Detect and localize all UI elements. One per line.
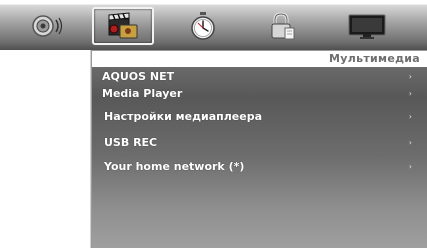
- menu-item-usb-rec[interactable]: USB REC ›: [92, 135, 412, 153]
- tab-timer[interactable]: [171, 8, 235, 44]
- lock-icon: [271, 12, 295, 40]
- clock-icon: [191, 12, 215, 40]
- menu-item-label: Your home network (*): [104, 160, 245, 173]
- menu-item-home-network[interactable]: Your home network (*) ›: [92, 159, 412, 177]
- chevron-right-icon: ›: [408, 138, 412, 147]
- menu-item-label: Media Player: [102, 87, 183, 100]
- tab-multimedia[interactable]: [92, 7, 154, 45]
- menu-item-label: AQUOS NET: [102, 70, 175, 83]
- menu-item-label: USB REC: [104, 136, 158, 149]
- speaker-icon: [32, 15, 63, 37]
- tab-lock[interactable]: [250, 8, 314, 44]
- left-blank-panel: [0, 50, 91, 248]
- chevron-right-icon: ›: [408, 112, 412, 121]
- multimedia-menu: AQUOS NET › Media Player › Настройки мед…: [91, 67, 427, 248]
- chevron-right-icon: ›: [408, 89, 412, 98]
- menu-item-label: Настройки медиаплеера: [104, 110, 263, 123]
- media-clapperboard-icon: [108, 12, 138, 39]
- tv-icon: [348, 14, 386, 39]
- menu-item-aquos-net[interactable]: AQUOS NET ›: [92, 69, 412, 87]
- page-title: Мультимедиа: [91, 50, 427, 67]
- category-tab-bar: [0, 0, 427, 50]
- chevron-right-icon: ›: [408, 72, 412, 81]
- menu-item-media-player[interactable]: Media Player ›: [92, 86, 412, 104]
- chevron-right-icon: ›: [408, 162, 412, 171]
- menu-item-media-player-settings[interactable]: Настройки медиаплеера ›: [92, 109, 412, 127]
- tab-sound[interactable]: [15, 8, 79, 44]
- tab-setup[interactable]: [331, 8, 403, 44]
